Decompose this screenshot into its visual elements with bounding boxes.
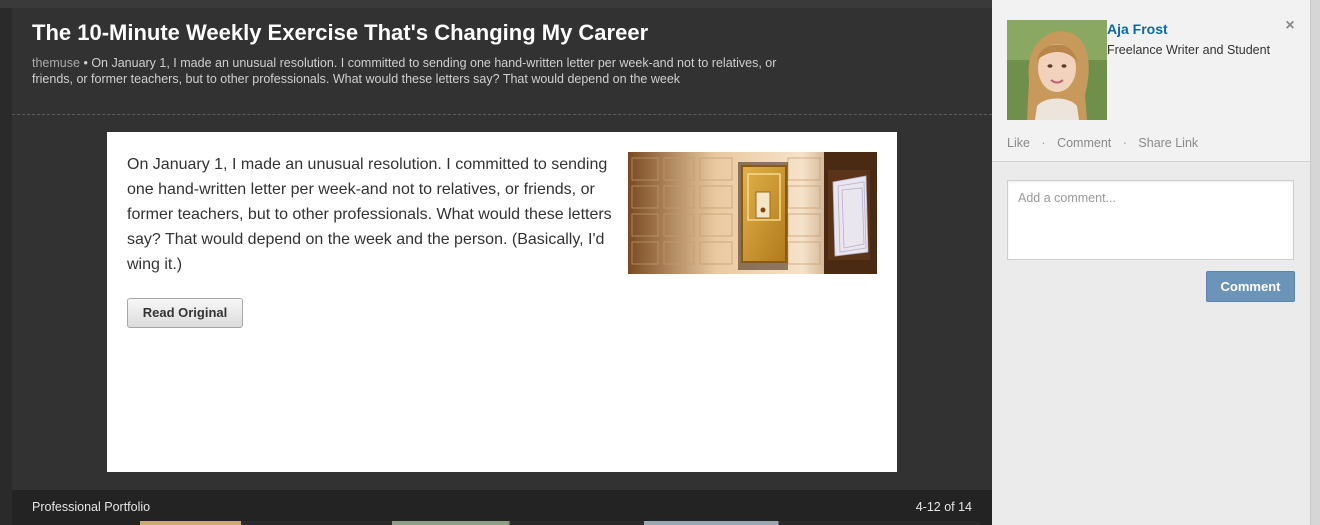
share-link[interactable]: Share Link [1138, 136, 1198, 150]
sidebar-scrollbar[interactable] [1310, 0, 1320, 525]
summary-text: On January 1, I made an unusual resoluti… [32, 56, 777, 86]
action-separator: · [1122, 136, 1127, 150]
read-original-button[interactable]: Read Original [127, 298, 243, 328]
author-headline: Freelance Writer and Student [1107, 43, 1271, 57]
social-actions: Like · Comment · Share Link [1007, 136, 1198, 150]
article-card: On January 1, I made an unusual resoluti… [107, 132, 897, 472]
profile-area: Aja Frost Freelance Writer and Student ×… [992, 0, 1310, 162]
article-header: The 10-Minute Weekly Exercise That's Cha… [12, 8, 992, 115]
article-viewer: The 10-Minute Weekly Exercise That's Cha… [12, 8, 992, 525]
comment-link[interactable]: Comment [1057, 136, 1111, 150]
like-link[interactable]: Like [1007, 136, 1030, 150]
article-source[interactable]: themuse [32, 56, 80, 70]
section-label[interactable]: Professional Portfolio [32, 500, 150, 514]
portfolio-footer: Professional Portfolio 4-12 of 14 [12, 490, 992, 525]
article-title[interactable]: The 10-Minute Weekly Exercise That's Cha… [32, 20, 648, 46]
avatar[interactable] [1007, 20, 1107, 120]
comment-box [1007, 180, 1294, 260]
article-body: On January 1, I made an unusual resoluti… [127, 156, 612, 273]
author-sidebar: Aja Frost Freelance Writer and Student ×… [992, 0, 1310, 525]
author-name[interactable]: Aja Frost [1107, 21, 1168, 37]
close-icon[interactable]: × [1284, 17, 1296, 35]
mailboxes-image[interactable] [628, 152, 877, 274]
pagination-label: 4-12 of 14 [915, 500, 972, 514]
comment-submit-button[interactable]: Comment [1206, 271, 1295, 302]
article-summary: themuse • On January 1, I made an unusua… [32, 55, 792, 87]
source-separator: • [83, 56, 88, 70]
comment-input[interactable] [1008, 181, 1293, 259]
action-separator: · [1041, 136, 1046, 150]
top-strip [0, 0, 992, 8]
thumbnail-strip[interactable] [140, 521, 980, 525]
